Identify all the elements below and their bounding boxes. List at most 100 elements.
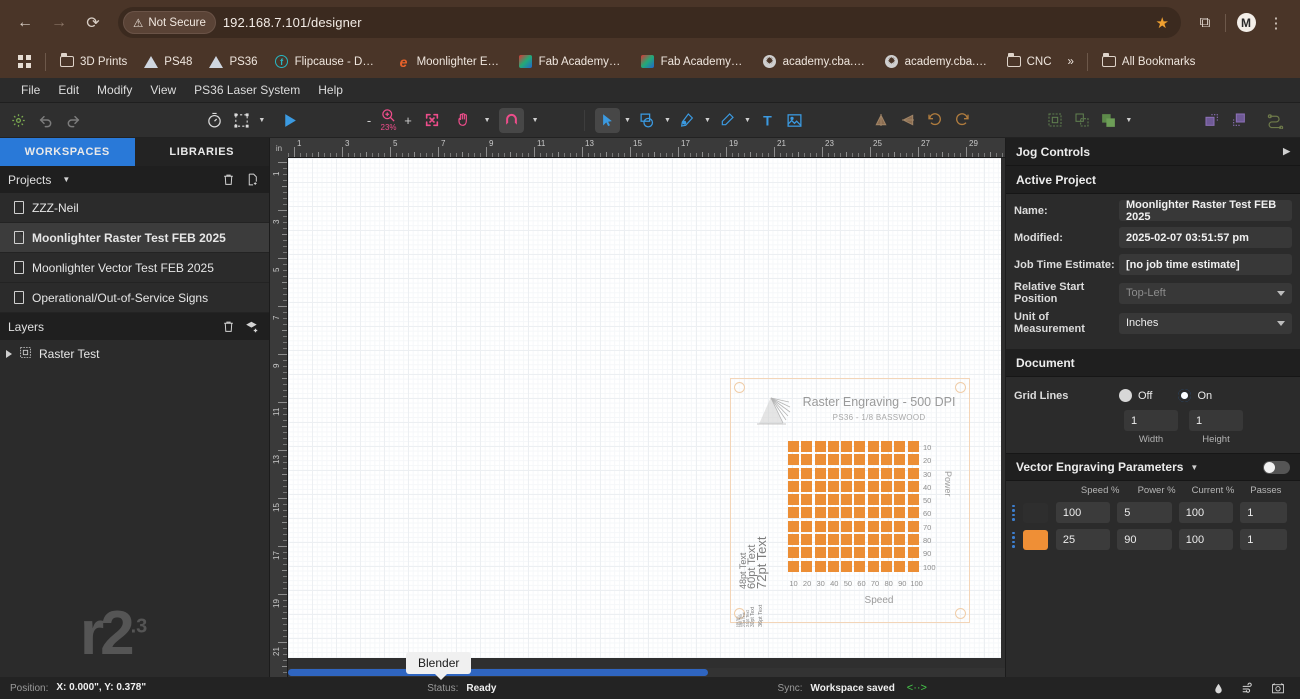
heatmap-cell[interactable] [881,441,893,452]
heatmap-cell[interactable] [827,560,839,572]
bookmark-item[interactable]: Fab Academy 202... [633,51,753,73]
grid-width-field[interactable]: 1 Width [1124,410,1178,445]
field-select[interactable]: Top-Left [1119,282,1292,304]
heatmap-cell[interactable] [894,507,906,519]
text-icon[interactable]: T [755,108,780,133]
heatmap-cell[interactable] [881,507,893,519]
heatmap-cell[interactable] [867,507,879,519]
expand-triangle-icon[interactable] [6,350,12,358]
heatmap-cell[interactable] [814,560,826,572]
heatmap-cell[interactable] [894,467,906,479]
heatmap-cell[interactable] [827,454,839,466]
zoom-out-button[interactable]: - [364,113,375,128]
heatmap-cell[interactable] [854,534,866,546]
heatmap-cell[interactable] [841,507,853,519]
grid-off-radio[interactable]: Off [1119,389,1152,402]
heatmap-cell[interactable] [788,534,799,546]
heatmap-cell[interactable] [801,534,813,546]
heatmap-cell[interactable] [841,467,853,479]
heatmap-cell[interactable] [788,480,799,492]
path-ops-icon[interactable] [1263,108,1288,133]
heatmap-cell[interactable] [867,494,879,506]
heatmap-cell[interactable] [867,441,879,452]
apps-grid-button[interactable] [9,51,39,73]
back-arrow-icon[interactable]: ← [10,8,40,38]
heatmap-cell[interactable] [894,454,906,466]
align-icon[interactable] [1042,108,1067,133]
heatmap-cell[interactable] [814,507,826,519]
heatmap-cell[interactable] [894,534,906,546]
heatmap-cell[interactable] [788,507,799,519]
heatmap-cell[interactable] [907,480,919,492]
current-input[interactable]: 100 [1178,529,1234,550]
heatmap-cell[interactable] [894,494,906,506]
heatmap-cell[interactable] [907,467,919,479]
reload-icon[interactable]: ⟳ [78,8,108,38]
chevron-down-icon[interactable]: ▼ [57,171,75,189]
heatmap-cell[interactable] [867,534,879,546]
chevron-down-icon[interactable]: ▼ [530,110,541,130]
heatmap-cell[interactable] [867,560,879,572]
heatmap-cell[interactable] [854,480,866,492]
field-select[interactable]: Inches [1119,312,1292,334]
chevron-down-icon[interactable]: ▼ [622,110,633,130]
heatmap-cell[interactable] [788,547,799,559]
vector-params-header[interactable]: Vector Engraving Parameters ▼ [1006,453,1300,481]
heatmap-cell[interactable] [881,480,893,492]
heatmap-cell[interactable] [801,494,813,506]
menu-item-help[interactable]: Help [309,79,352,101]
jog-controls-header[interactable]: Jog Controls ▶ [1006,138,1300,166]
bookmark-item[interactable]: f Flipcause - Dashb... [267,51,387,73]
url-text[interactable]: 192.168.7.101/designer [223,15,1149,30]
field-value-box[interactable]: Moonlighter Raster Test FEB 2025 [1119,199,1292,223]
bookmark-item[interactable]: 3D Prints [52,51,134,73]
heatmap-cell[interactable] [881,520,893,532]
magnet-snap-icon[interactable] [498,107,524,133]
chevron-right-icon[interactable]: ▶ [1283,146,1290,157]
heatmap-cell[interactable] [907,520,919,532]
heatmap-cell[interactable] [814,494,826,506]
heatmap-cell[interactable] [814,547,826,559]
bookmark-item[interactable]: ✹ academy.cba.mit.... [877,51,997,73]
shape-icon[interactable] [635,108,660,133]
heatmap-cell[interactable] [907,560,919,572]
heatmap-cell[interactable] [867,547,879,559]
grid-height-input[interactable]: 1 [1189,410,1243,431]
heatmap-cell[interactable] [854,494,866,506]
design-sheet[interactable]: Raster Engraving - 500 DPI PS36 - 1/8 BA… [288,158,1001,658]
bookmark-item[interactable]: CNC [999,51,1059,73]
chevron-down-icon[interactable]: ▼ [482,110,493,130]
pencil-icon[interactable] [715,108,740,133]
all-bookmarks-button[interactable]: All Bookmarks [1094,51,1203,73]
heatmap-cell[interactable] [841,480,853,492]
grid-height-field[interactable]: 1 Height [1189,410,1243,445]
timer-icon[interactable] [202,108,227,133]
heatmap-cell[interactable] [827,547,839,559]
redo-icon[interactable] [60,108,85,133]
project-list-item[interactable]: ZZZ-Neil [0,193,269,223]
heatmap-cell[interactable] [881,494,893,506]
drag-handle[interactable] [1012,531,1018,548]
heatmap-cell[interactable] [827,467,839,479]
color-swatch[interactable] [1022,529,1048,550]
chevron-down-icon[interactable]: ▼ [256,110,267,130]
heatmap-cell[interactable] [867,454,879,466]
heatmap-cell[interactable] [854,507,866,519]
heatmap-cell[interactable] [788,441,799,452]
heatmap-cell[interactable] [801,547,813,559]
chevron-down-icon[interactable]: ▼ [662,110,673,130]
heatmap-cell[interactable] [827,534,839,546]
heatmap-cell[interactable] [788,560,799,572]
heatmap-cell[interactable] [788,494,799,506]
trash-icon[interactable] [219,171,237,189]
field-value-box[interactable]: [no job time estimate] [1119,254,1292,275]
heatmap-cell[interactable] [841,441,853,452]
add-layer-icon[interactable] [243,318,261,336]
heatmap-cell[interactable] [854,467,866,479]
heatmap-cell[interactable] [788,467,799,479]
heatmap-cell[interactable] [841,560,853,572]
heatmap-cell[interactable] [881,467,893,479]
field-value-box[interactable]: 2025-02-07 03:51:57 pm [1119,227,1292,248]
bookmark-item[interactable]: ✹ academy.cba.mit.... [755,51,875,73]
frame-icon[interactable] [229,108,254,133]
